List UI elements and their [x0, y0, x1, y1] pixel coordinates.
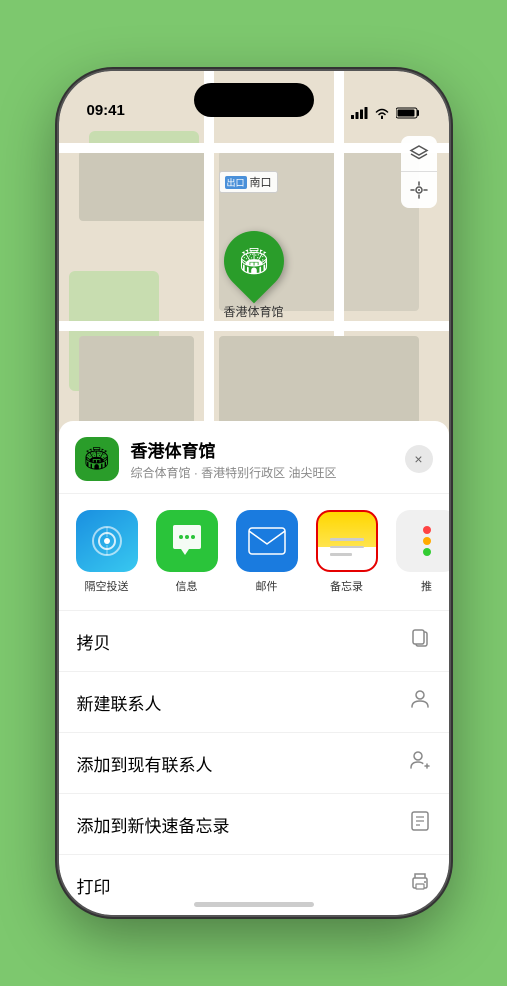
status-icons — [351, 107, 421, 119]
person-icon — [409, 688, 431, 716]
share-row: 隔空投送 信息 — [59, 494, 449, 611]
action-add-existing-label: 添加到现有联系人 — [77, 751, 213, 776]
more-dot-green — [423, 548, 431, 556]
message-label: 信息 — [176, 578, 198, 594]
mail-icon — [236, 510, 298, 572]
stadium-map-label: 香港体育馆 — [223, 303, 283, 320]
print-icon — [409, 871, 431, 899]
airdrop-label: 隔空投送 — [85, 578, 129, 594]
location-name: 香港体育馆 — [131, 437, 405, 462]
mail-label: 邮件 — [256, 578, 278, 594]
note-icon — [409, 810, 431, 838]
action-new-contact-label: 新建联系人 — [77, 690, 162, 715]
wifi-icon — [374, 107, 390, 119]
notes-line-2 — [330, 546, 364, 549]
notes-label: 备忘录 — [330, 578, 363, 594]
battery-icon — [396, 107, 421, 119]
share-item-airdrop[interactable]: 隔空投送 — [71, 510, 143, 594]
more-label: 推 — [421, 578, 432, 594]
stadium-pin: 🏟 — [211, 219, 296, 304]
map-controls[interactable] — [401, 136, 437, 208]
share-item-message[interactable]: 信息 — [151, 510, 223, 594]
map-layer-button[interactable] — [401, 136, 437, 172]
close-button[interactable]: × — [405, 445, 433, 473]
dynamic-island — [194, 83, 314, 117]
share-item-notes[interactable]: 备忘录 — [311, 510, 383, 594]
map-label-tag: 出口 — [225, 176, 247, 189]
more-dot-red — [423, 526, 431, 534]
more-dots — [423, 526, 431, 556]
stadium-marker: 🏟 香港体育馆 — [223, 231, 283, 320]
more-dot-yellow — [423, 537, 431, 545]
message-icon — [156, 510, 218, 572]
phone-frame: 09:41 — [59, 71, 449, 915]
more-icon — [396, 510, 449, 572]
location-button[interactable] — [401, 172, 437, 208]
location-header: 🏟 香港体育馆 综合体育馆 · 香港特别行政区 油尖旺区 × — [59, 421, 449, 494]
action-item-copy[interactable]: 拷贝 — [59, 611, 449, 672]
bottom-sheet: 🏟 香港体育馆 综合体育馆 · 香港特别行政区 油尖旺区 × — [59, 421, 449, 915]
home-indicator — [194, 902, 314, 907]
location-info: 香港体育馆 综合体育馆 · 香港特别行政区 油尖旺区 — [131, 437, 405, 481]
action-list: 拷贝 新建联系人 — [59, 611, 449, 915]
action-item-new-contact[interactable]: 新建联系人 — [59, 672, 449, 733]
stadium-icon: 🏟 — [237, 246, 270, 277]
notes-lines — [330, 538, 364, 556]
notes-line-3 — [330, 553, 352, 556]
action-copy-label: 拷贝 — [77, 629, 111, 654]
action-item-add-existing[interactable]: 添加到现有联系人 — [59, 733, 449, 794]
location-desc: 综合体育馆 · 香港特别行政区 油尖旺区 — [131, 464, 405, 481]
action-print-label: 打印 — [77, 873, 111, 898]
location-icon: 🏟 — [75, 437, 119, 481]
compass-icon — [410, 181, 428, 199]
action-item-add-notes[interactable]: 添加到新快速备忘录 — [59, 794, 449, 855]
status-time: 09:41 — [87, 102, 125, 119]
map-layer-icon — [409, 144, 429, 164]
notes-icon — [316, 510, 378, 572]
map-nankou-label: 出口 南口 — [219, 171, 278, 193]
notes-line-1 — [330, 538, 364, 541]
phone-screen: 09:41 — [59, 71, 449, 915]
person-add-icon — [409, 749, 431, 777]
airdrop-icon — [76, 510, 138, 572]
action-add-notes-label: 添加到新快速备忘录 — [77, 812, 230, 837]
share-item-more[interactable]: 推 — [391, 510, 449, 594]
share-item-mail[interactable]: 邮件 — [231, 510, 303, 594]
signal-icon — [351, 107, 368, 119]
copy-icon — [409, 627, 431, 655]
